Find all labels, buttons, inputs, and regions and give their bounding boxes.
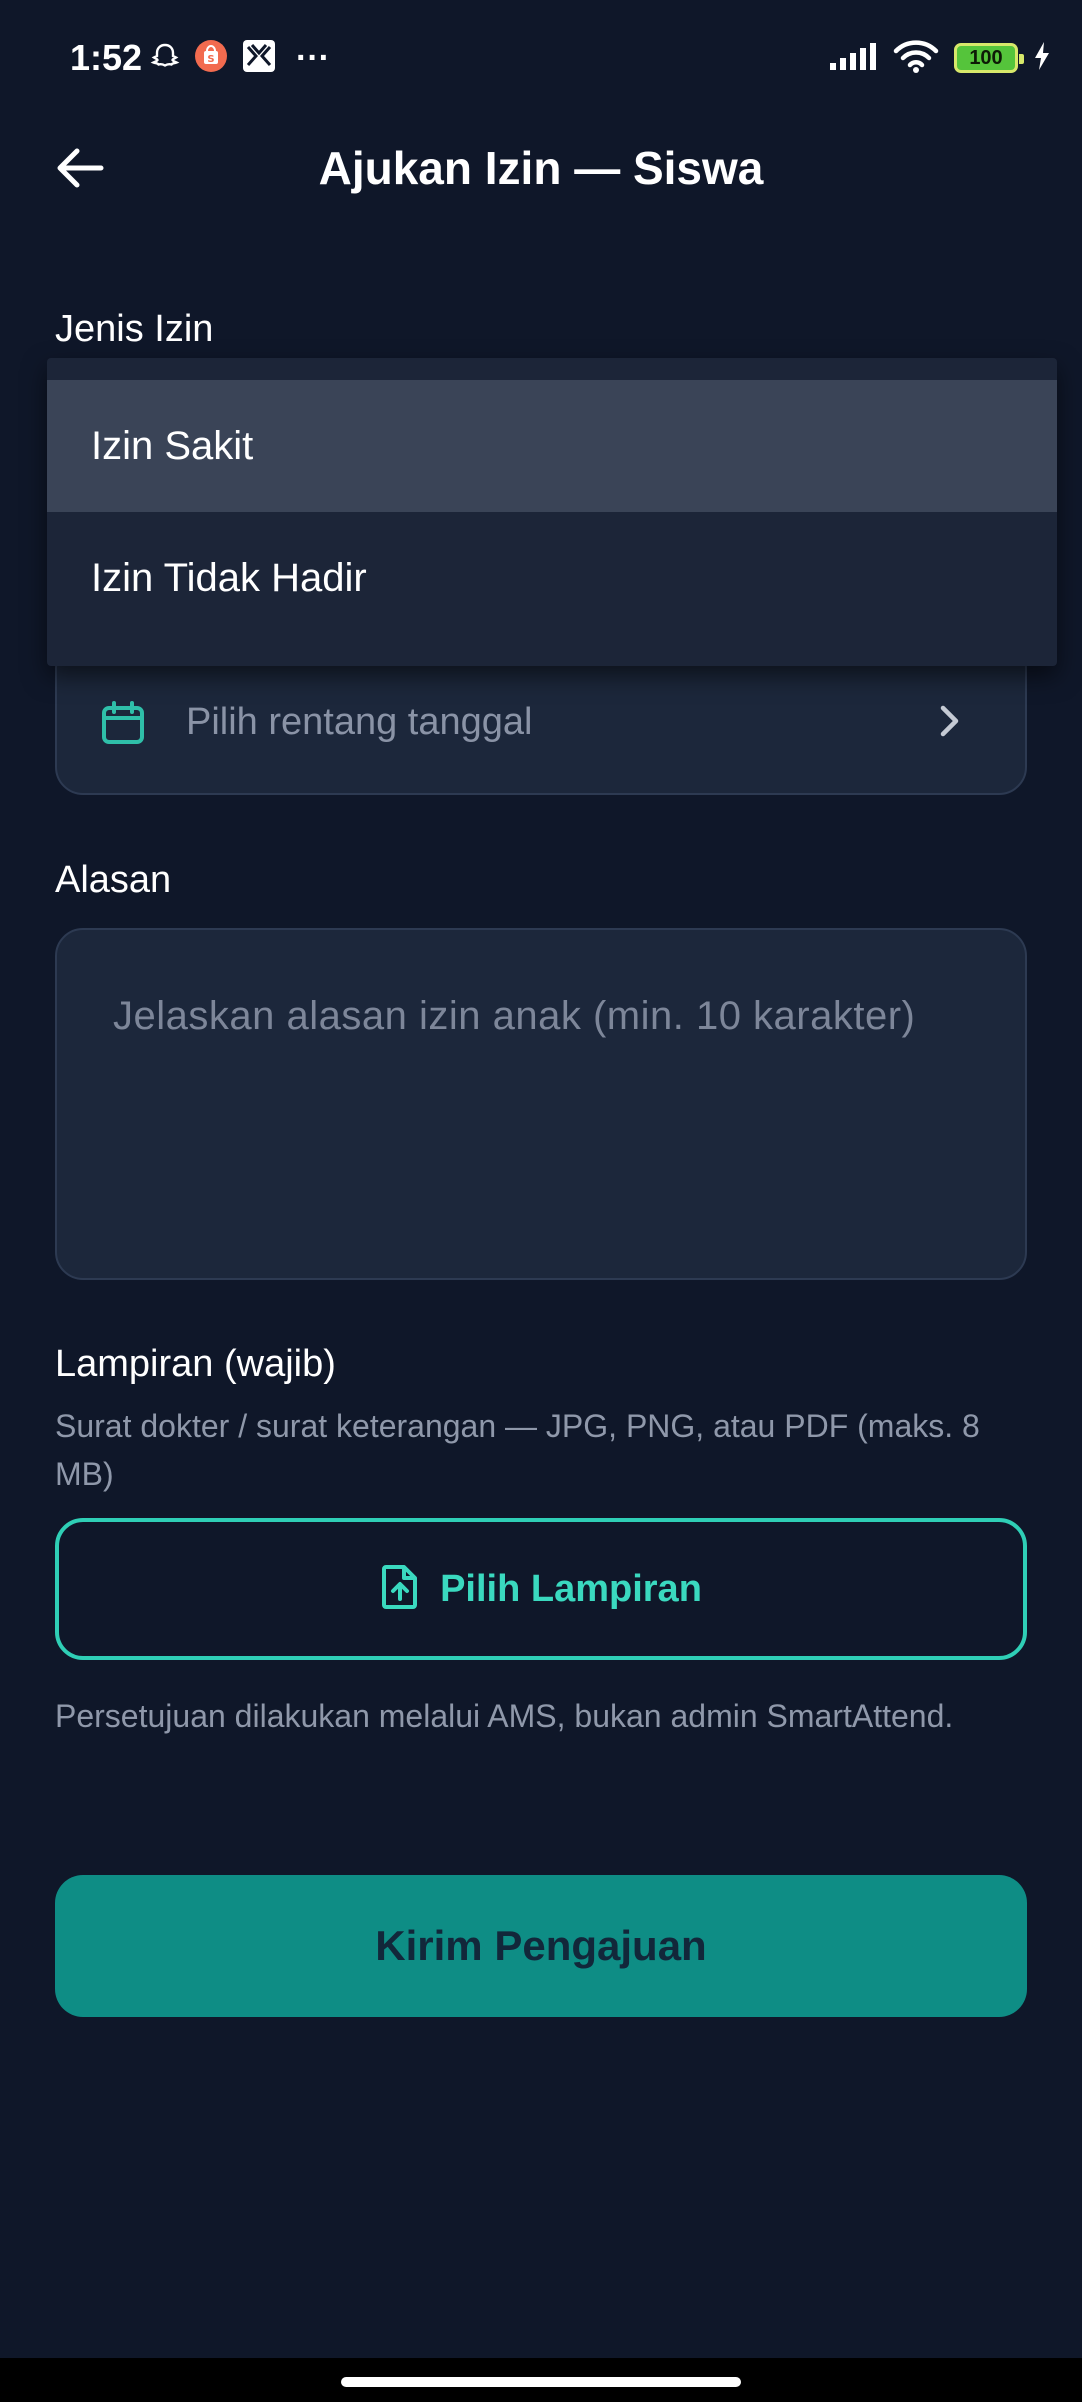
signal-icon [828,41,878,76]
leave-type-dropdown: Izin Sakit Izin Tidak Hadir [47,358,1057,666]
file-upload-icon [380,1564,420,1615]
overflow-dots: ··· [296,38,330,77]
svg-text:S: S [207,54,214,65]
choose-attachment-label: Pilih Lampiran [440,1567,702,1610]
status-time: 1:52 [70,37,143,78]
charging-icon [1032,41,1052,76]
calendar-icon [100,700,146,746]
attachment-label: Lampiran (wajib) [55,1343,336,1385]
leave-type-label: Jenis Izin [55,308,214,350]
chevron-right-icon [930,702,968,740]
snapchat-icon [150,41,180,76]
reason-label: Alasan [55,859,172,901]
submit-button-label: Kirim Pengajuan [375,1922,707,1969]
status-icons-right: 100 [828,36,1052,80]
home-indicator[interactable] [341,2377,741,2387]
dropdown-item-izin-tidak-hadir[interactable]: Izin Tidak Hadir [47,512,1057,644]
approval-note: Persetujuan dilakukan melalui AMS, bukan… [55,1698,954,1734]
status-icons-left: S ··· [150,38,330,78]
wifi-icon [892,37,940,80]
dropdown-item-izin-sakit[interactable]: Izin Sakit [47,380,1057,512]
attachment-hint: Surat dokter / surat keterangan — JPG, P… [55,1408,980,1492]
page-title: Ajukan Izin — Siswa [318,142,764,194]
app-icon [242,39,276,78]
reason-textarea[interactable]: Jelaskan alasan izin anak (min. 10 karak… [55,928,1027,1280]
battery-icon: 100 [954,43,1024,73]
reason-placeholder: Jelaskan alasan izin anak (min. 10 karak… [113,994,916,1038]
choose-attachment-button[interactable]: Pilih Lampiran [55,1518,1027,1660]
shopee-icon: S [194,39,228,78]
date-range-placeholder: Pilih rentang tanggal [186,701,533,743]
submit-button[interactable]: Kirim Pengajuan [55,1875,1027,2017]
